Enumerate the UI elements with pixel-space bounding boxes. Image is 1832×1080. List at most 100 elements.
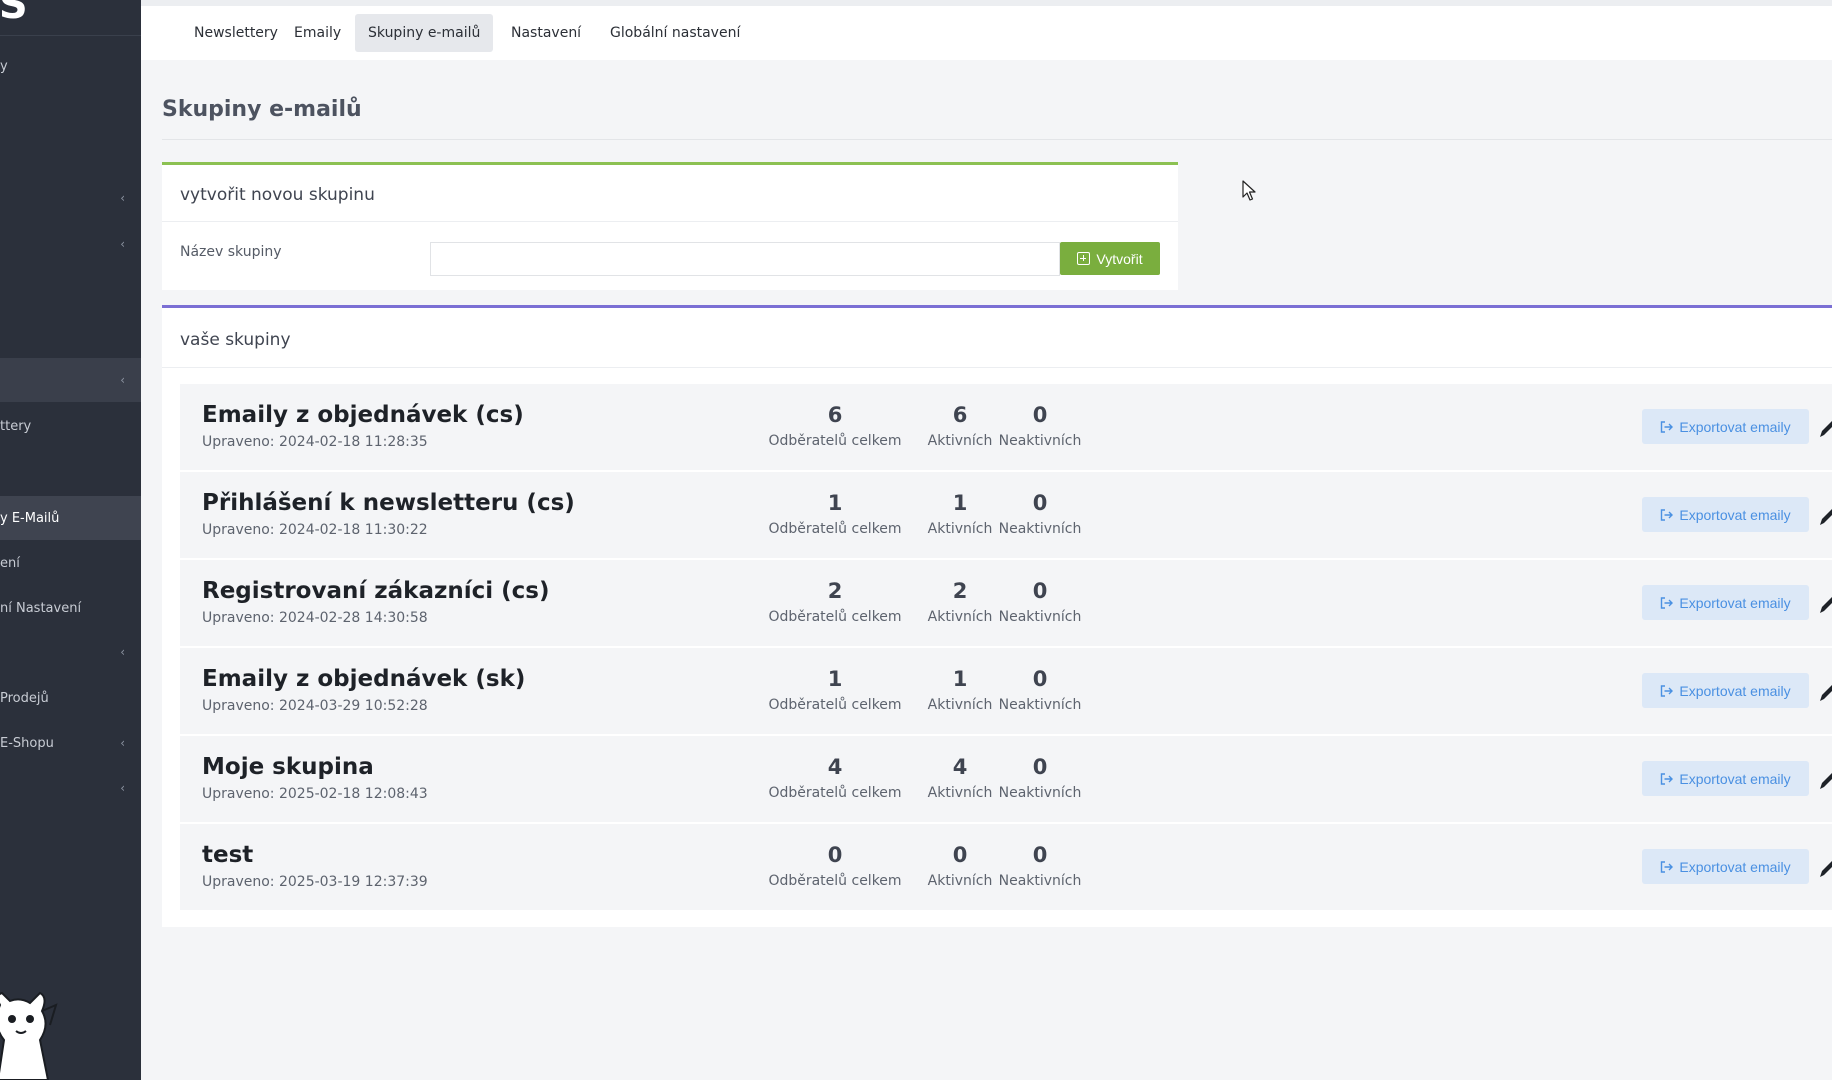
stat-total: 2 Odběratelů celkem xyxy=(765,578,905,625)
export-emails-button[interactable]: Exportovat emaily xyxy=(1642,673,1809,708)
sidebar-item-label: ttery xyxy=(0,418,32,434)
export-button-label: Exportovat emaily xyxy=(1679,506,1791,523)
stat-active: 1 Aktivních xyxy=(915,666,1005,713)
sidebar-subitem-newslettery[interactable]: ttery xyxy=(0,404,141,448)
sidebar-item[interactable]: ‹ xyxy=(0,630,141,674)
chevron-left-icon: ‹ xyxy=(120,736,125,750)
stat-inactive-caption: Neaktivních xyxy=(998,697,1082,713)
export-button-label: Exportovat emaily xyxy=(1679,858,1791,875)
chevron-left-icon: ‹ xyxy=(120,645,125,659)
page-title: Skupiny e-mailů xyxy=(162,97,362,122)
sidebar-item[interactable]: ‹ xyxy=(0,766,141,810)
stat-inactive-caption: Neaktivních xyxy=(998,609,1082,625)
stat-active-value: 0 xyxy=(952,843,968,867)
stat-total-caption: Odběratelů celkem xyxy=(768,785,902,801)
stat-active-caption: Aktivních xyxy=(927,873,993,889)
stat-total: 1 Odběratelů celkem xyxy=(765,666,905,713)
stat-active-value: 1 xyxy=(952,491,968,515)
stat-active-caption: Aktivních xyxy=(927,697,993,713)
stat-inactive-value: 0 xyxy=(1032,755,1048,779)
stat-total-value: 6 xyxy=(827,403,843,427)
edit-icon[interactable] xyxy=(1818,769,1832,791)
export-emails-button[interactable]: Exportovat emaily xyxy=(1642,497,1809,532)
stat-inactive: 0 Neaktivních xyxy=(995,842,1085,889)
export-icon xyxy=(1661,420,1674,433)
export-button-label: Exportovat emaily xyxy=(1679,418,1791,435)
group-name: Emaily z objednávek (sk) xyxy=(202,666,526,692)
edit-icon[interactable] xyxy=(1818,593,1832,615)
tab-nastaveni[interactable]: Nastavení xyxy=(498,14,594,52)
logo[interactable]: IS xyxy=(0,0,141,36)
chevron-left-icon: ‹ xyxy=(120,191,125,205)
stat-inactive: 0 Neaktivních xyxy=(995,402,1085,449)
stat-total: 1 Odběratelů celkem xyxy=(765,490,905,537)
divider xyxy=(162,139,1832,140)
card-title: vaše skupiny xyxy=(180,330,291,350)
sidebar-item[interactable]: ‹ xyxy=(0,176,141,220)
edit-icon[interactable] xyxy=(1818,857,1832,879)
stat-inactive-caption: Neaktivních xyxy=(998,873,1082,889)
stat-inactive: 0 Neaktivních xyxy=(995,666,1085,713)
export-emails-button[interactable]: Exportovat emaily xyxy=(1642,761,1809,796)
export-button-label: Exportovat emaily xyxy=(1679,594,1791,611)
export-emails-button[interactable]: Exportovat emaily xyxy=(1642,409,1809,444)
edit-icon[interactable] xyxy=(1818,505,1832,527)
stat-active-caption: Aktivních xyxy=(927,609,993,625)
group-name: Emaily z objednávek (cs) xyxy=(202,402,524,428)
logo-text: IS xyxy=(0,0,28,28)
group-name-label: Název skupiny xyxy=(180,244,282,260)
stat-inactive: 0 Neaktivních xyxy=(995,754,1085,801)
create-button[interactable]: Vytvořit xyxy=(1060,242,1160,275)
stat-active-caption: Aktivních xyxy=(927,433,993,449)
sidebar-item-eshopu[interactable]: E-Shopu ‹ xyxy=(0,721,141,765)
sidebar: IS y ‹ ‹ ‹ ttery y E-Mailů ení ní Nastav… xyxy=(0,0,141,1080)
group-row: Přihlášení k newsletteru (cs) Upraveno: … xyxy=(180,472,1832,558)
sidebar-item-label: y xyxy=(0,58,8,74)
groups-card: vaše skupiny Emaily z objednávek (cs) Up… xyxy=(162,305,1832,927)
stat-total-caption: Odběratelů celkem xyxy=(768,521,902,537)
stat-active-value: 2 xyxy=(952,579,968,603)
stat-active-value: 1 xyxy=(952,667,968,691)
tab-skupiny-emailu[interactable]: Skupiny e-mailů xyxy=(355,14,494,52)
stat-inactive-caption: Neaktivních xyxy=(998,433,1082,449)
card-header: vytvořit novou skupinu xyxy=(162,165,1178,222)
create-button-label: Vytvořit xyxy=(1096,250,1143,267)
tab-newslettery[interactable]: Newslettery xyxy=(181,14,291,52)
tab-emaily[interactable]: Emaily xyxy=(281,14,354,52)
chevron-left-icon: ‹ xyxy=(120,781,125,795)
group-name: test xyxy=(202,842,254,868)
export-emails-button[interactable]: Exportovat emaily xyxy=(1642,849,1809,884)
group-name-input[interactable] xyxy=(430,242,1060,276)
sidebar-item-expanded[interactable]: ‹ xyxy=(0,358,141,402)
sidebar-item-prodeju[interactable]: Prodejů xyxy=(0,676,141,720)
sidebar-item-label: Prodejů xyxy=(0,690,49,706)
stat-inactive-value: 0 xyxy=(1032,667,1048,691)
group-updated: Upraveno: 2024-02-18 11:30:22 xyxy=(202,522,428,538)
sidebar-subitem-skupiny-emailu[interactable]: y E-Mailů xyxy=(0,496,141,540)
edit-icon[interactable] xyxy=(1818,417,1832,439)
stat-active-caption: Aktivních xyxy=(927,785,993,801)
tab-globalni-nastaveni[interactable]: Globální nastavení xyxy=(597,14,753,52)
mascot-icon xyxy=(0,991,58,1080)
stat-inactive: 0 Neaktivních xyxy=(995,578,1085,625)
sidebar-item[interactable]: y xyxy=(0,44,141,88)
stat-total-caption: Odběratelů celkem xyxy=(768,609,902,625)
stat-total-value: 1 xyxy=(827,491,843,515)
sidebar-subitem-nastaveni[interactable]: ení xyxy=(0,541,141,585)
stat-inactive-value: 0 xyxy=(1032,579,1048,603)
sidebar-item[interactable]: ‹ xyxy=(0,222,141,266)
stat-total-value: 4 xyxy=(827,755,843,779)
group-name: Moje skupina xyxy=(202,754,374,780)
edit-icon[interactable] xyxy=(1818,681,1832,703)
group-row: Moje skupina Upraveno: 2025-02-18 12:08:… xyxy=(180,736,1832,822)
stat-total: 0 Odběratelů celkem xyxy=(765,842,905,889)
export-emails-button[interactable]: Exportovat emaily xyxy=(1642,585,1809,620)
plus-square-icon xyxy=(1077,252,1091,265)
stat-inactive-value: 0 xyxy=(1032,843,1048,867)
sidebar-subitem-globalni-nastaveni[interactable]: ní Nastavení xyxy=(0,586,141,630)
group-row: test Upraveno: 2025-03-19 12:37:39 0 Odb… xyxy=(180,824,1832,910)
group-updated: Upraveno: 2024-03-29 10:52:28 xyxy=(202,698,428,714)
stat-inactive-value: 0 xyxy=(1032,491,1048,515)
sidebar-item-label: y E-Mailů xyxy=(0,510,60,526)
top-tabs: Newslettery Emaily Skupiny e-mailů Nasta… xyxy=(141,0,1832,60)
